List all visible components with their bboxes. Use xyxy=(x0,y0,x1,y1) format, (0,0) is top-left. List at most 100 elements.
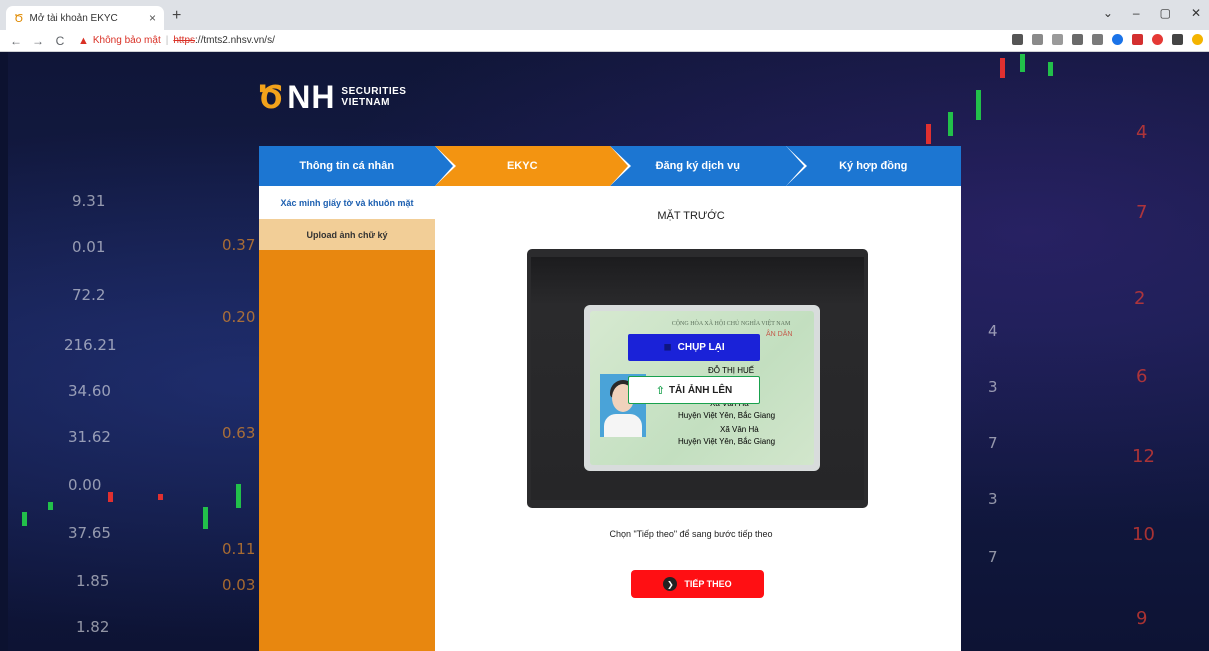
background-decoration: 2 xyxy=(1134,288,1146,309)
step-service-registration[interactable]: Đăng ký dịch vụ xyxy=(610,146,807,186)
background-decoration xyxy=(976,90,981,120)
upload-label: TẢI ẢNH LÊN xyxy=(668,384,733,396)
step-label: Ký hợp đồng xyxy=(839,160,908,172)
background-decoration: 7 xyxy=(988,548,998,566)
url-input[interactable]: ://tmts2.nhsv.vn/s/ xyxy=(195,35,275,46)
retake-label: CHỤP LẠI xyxy=(677,342,725,353)
logo-sub-line1: SECURITIES xyxy=(341,86,407,97)
step-personal-info[interactable]: Thông tin cá nhân xyxy=(259,146,456,186)
extension-icon[interactable] xyxy=(1152,34,1163,45)
tab-close-icon[interactable]: × xyxy=(149,11,156,25)
logo-sub-line2: VIETNAM xyxy=(341,97,390,108)
id-card-origin-district: Huyện Việt Yên, Bắc Giang xyxy=(678,411,776,420)
step-arrow xyxy=(434,146,453,186)
background-decoration: 3 xyxy=(988,490,998,508)
close-window-icon[interactable]: ✕ xyxy=(1191,6,1201,20)
background-decoration xyxy=(22,512,27,526)
background-decoration xyxy=(926,124,931,144)
warning-icon[interactable]: ▲ xyxy=(78,35,89,47)
window-controls: ⌄ – ▢ ✕ xyxy=(1103,6,1201,20)
next-step-hint: Chọn "Tiếp theo" để sang bước tiếp theo xyxy=(609,529,773,539)
background-decoration: 0.01 xyxy=(72,238,106,256)
step-arrow xyxy=(610,146,628,186)
ekyc-content-panel: MẶT TRƯỚC CỘNG HÒA XÃ HỘI CHỦ NGHĨA VIỆT… xyxy=(435,186,961,651)
chevron-right-icon: ❯ xyxy=(663,577,678,591)
background-decoration: 6 xyxy=(1136,366,1148,387)
sidebar-item-verify-documents[interactable]: Xác minh giấy tờ và khuôn mặt xyxy=(259,186,435,219)
background-decoration: 37.65 xyxy=(68,524,111,542)
extension-toolbar xyxy=(1012,34,1203,45)
step-label: EKYC xyxy=(506,160,538,172)
sidebar-item-label: Upload ảnh chữ ký xyxy=(306,229,388,240)
background-decoration: 4 xyxy=(1136,122,1148,143)
address-bar: ← → C ▲ Không bảo mật | https ://tmts2.n… xyxy=(0,30,1209,52)
id-card-header: CỘNG HÒA XÃ HỘI CHỦ NGHĨA VIỆT NAM xyxy=(671,321,791,327)
step-label: Thông tin cá nhân xyxy=(299,160,395,172)
upload-photo-button[interactable]: ⇧ TẢI ẢNH LÊN xyxy=(628,376,760,404)
background-decoration xyxy=(203,507,208,529)
shield-icon[interactable] xyxy=(1132,34,1143,45)
extension-icon[interactable] xyxy=(1092,34,1103,45)
sidebar-item-upload-signature[interactable]: Upload ảnh chữ ký xyxy=(259,219,435,250)
url-separator: | xyxy=(165,35,169,46)
background-decoration: 0.00 xyxy=(68,476,102,494)
background-decoration: 7 xyxy=(988,434,998,452)
background-decoration: 0.20 xyxy=(222,308,256,326)
next-label: TIẾP THEO xyxy=(684,579,732,589)
background-decoration: 12 xyxy=(1132,446,1155,467)
forward-icon[interactable]: → xyxy=(32,34,44,48)
background-decoration: 3 xyxy=(988,378,998,396)
extension-icon[interactable] xyxy=(1072,34,1083,45)
portrait-shirt xyxy=(604,414,642,437)
back-icon[interactable]: ← xyxy=(10,34,22,48)
section-title: MẶT TRƯỚC xyxy=(657,210,725,222)
background-decoration xyxy=(108,492,113,502)
background-decoration xyxy=(158,494,163,500)
security-warning[interactable]: Không bảo mật xyxy=(93,35,161,46)
step-label: Đăng ký dịch vụ xyxy=(655,160,740,172)
background-decoration xyxy=(1000,58,1005,78)
logo-mark-icon: Ծ xyxy=(258,79,284,115)
logo-name: NH xyxy=(287,79,336,115)
background-decoration: 34.60 xyxy=(68,382,111,400)
id-card-title: ÂN DÂN xyxy=(766,331,793,338)
translate-icon[interactable] xyxy=(1032,34,1043,45)
background-decoration: 0.11 xyxy=(222,540,256,558)
background-decoration xyxy=(948,112,953,136)
step-sign-contract[interactable]: Ký hợp đồng xyxy=(785,146,961,186)
id-card-residence: Xã Vân Hà xyxy=(720,425,759,434)
step-ekyc[interactable]: EKYC xyxy=(434,146,631,186)
background-decoration: 72.2 xyxy=(72,286,106,304)
messenger-icon[interactable] xyxy=(1112,34,1123,45)
camera-icon[interactable] xyxy=(1012,34,1023,45)
logo-subtitle: SECURITIES VIETNAM xyxy=(341,86,406,108)
background-decoration: 9.31 xyxy=(72,192,106,210)
camera-icon: ◼ xyxy=(663,342,672,353)
background-decoration: 0.37 xyxy=(222,236,256,254)
brand-logo[interactable]: Ծ NH SECURITIES VIETNAM xyxy=(258,79,406,115)
background-decoration: 4 xyxy=(988,322,998,340)
site-favicon-icon: Ծ xyxy=(14,12,24,25)
background-decoration: 216.21 xyxy=(64,336,117,354)
tab-search-icon[interactable]: ⌄ xyxy=(1103,6,1113,20)
minimize-icon[interactable]: – xyxy=(1133,6,1140,20)
next-button[interactable]: ❯ TIẾP THEO xyxy=(631,570,764,598)
reload-icon[interactable]: C xyxy=(54,34,66,48)
background-decoration: 10 xyxy=(1132,524,1155,545)
maximize-icon[interactable]: ▢ xyxy=(1160,6,1171,20)
avatar[interactable] xyxy=(1192,34,1203,45)
ekyc-sidebar: Xác minh giấy tờ và khuôn mặt Upload ảnh… xyxy=(259,186,435,651)
background-decoration: 31.62 xyxy=(68,428,111,446)
background-decoration: 1.82 xyxy=(76,618,110,636)
sidebar-item-label: Xác minh giấy tờ và khuôn mặt xyxy=(280,197,414,208)
url-protocol[interactable]: https xyxy=(173,35,195,46)
bookmark-star-icon[interactable] xyxy=(1052,34,1063,45)
browser-tab[interactable]: Ծ Mở tài khoản EKYC × xyxy=(6,6,164,30)
background-decoration: 1.85 xyxy=(76,572,110,590)
puzzle-icon[interactable] xyxy=(1172,34,1183,45)
retake-photo-button[interactable]: ◼ CHỤP LẠI xyxy=(628,334,760,361)
background-decoration xyxy=(48,502,53,510)
tab-title: Mở tài khoản EKYC xyxy=(29,12,118,24)
background-decoration xyxy=(1048,62,1053,76)
new-tab-button[interactable]: + xyxy=(172,7,181,25)
